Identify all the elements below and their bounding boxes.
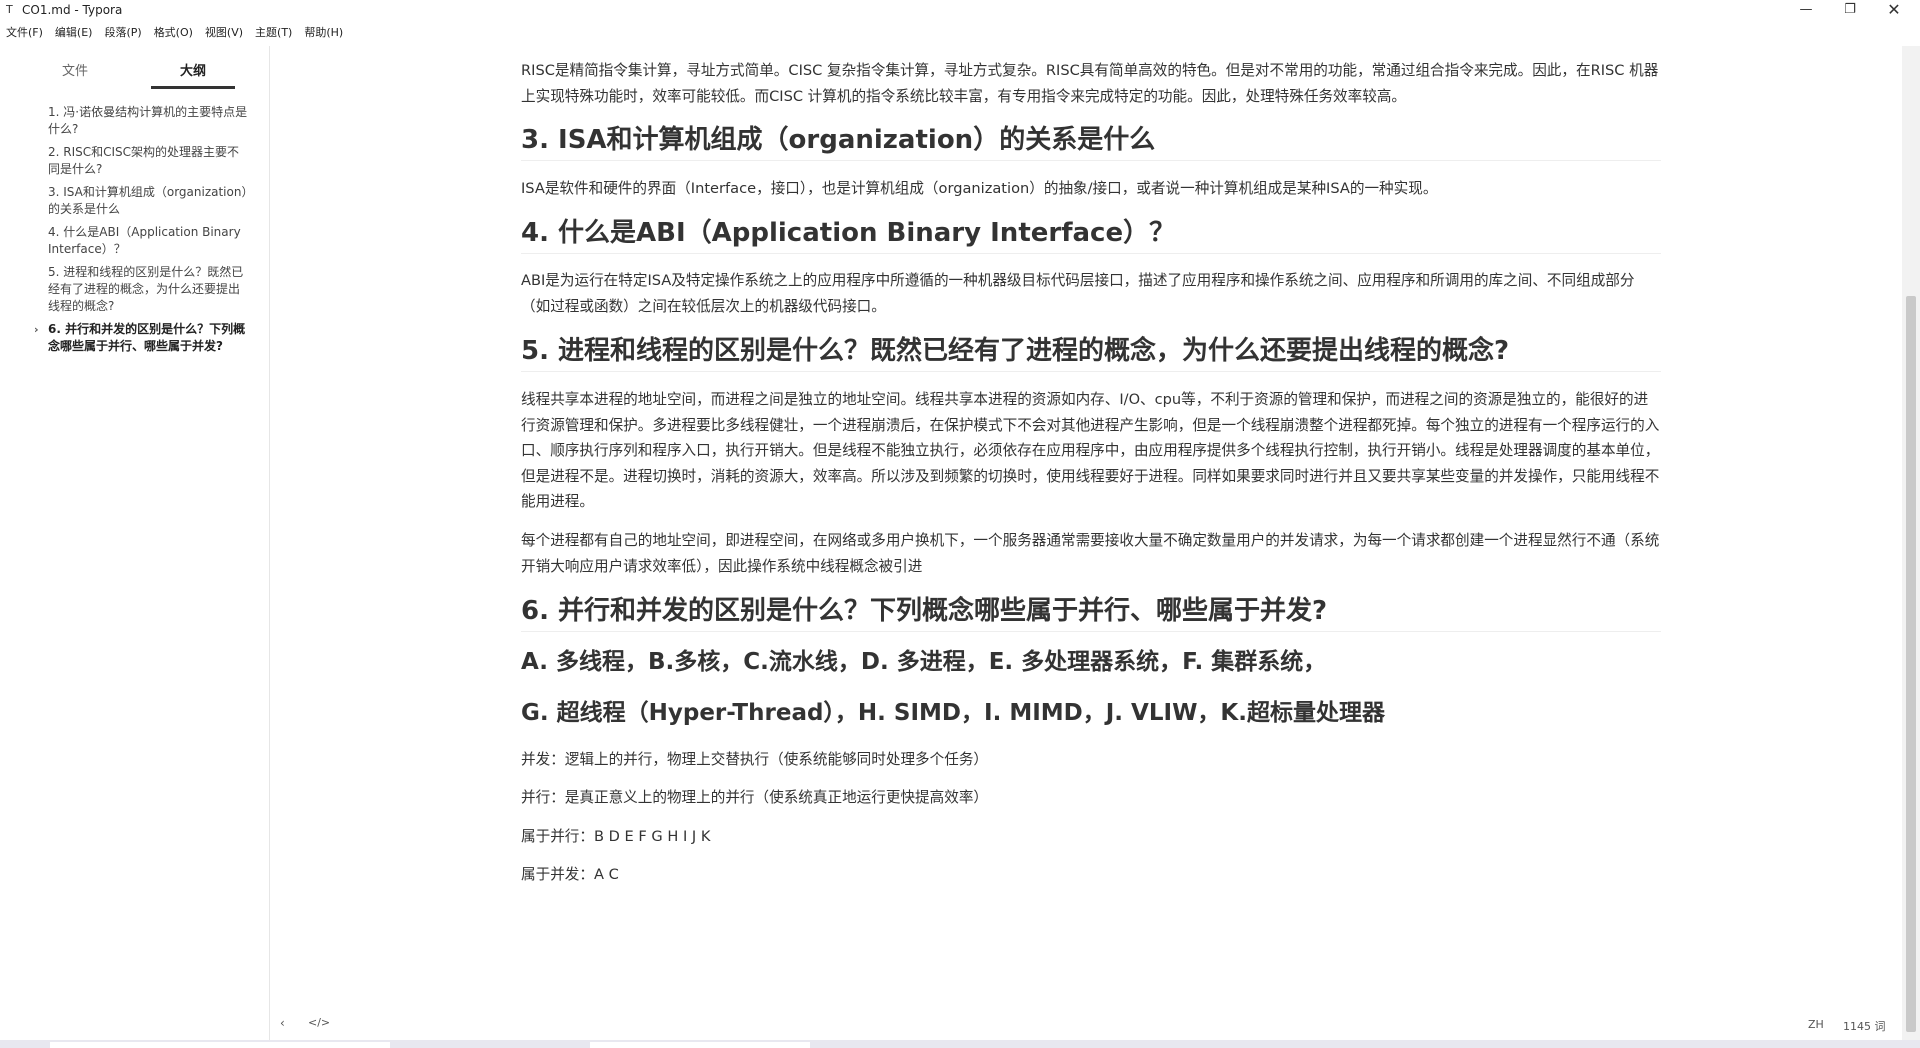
outline-item-label: 1. 冯·诺依曼结构计算机的主要特点是什么? [48, 105, 248, 136]
paragraph-risc-cisc: RISC是精简指令集计算，寻址方式简单。CISC 复杂指令集计算，寻址方式复杂。… [521, 62, 1659, 105]
outline-item-label: 4. 什么是ABI（Application Binary Interface）？ [48, 225, 241, 256]
heading-options-a-f: A. 多线程，B.多核，C.流水线，D. 多进程，E. 多处理器系统，F. 集群… [521, 649, 1327, 675]
close-icon: ✕ [1887, 0, 1901, 19]
outline-item-active[interactable]: › 6. 并行和并发的区别是什么？下列概念哪些属于并行、哪些属于并发? [30, 321, 250, 355]
maximize-button[interactable]: ❐ [1830, 0, 1870, 22]
outline-list: 1. 冯·诺依曼结构计算机的主要特点是什么? 2. RISC和CISC架构的处理… [30, 104, 250, 361]
outline-item-label: 2. RISC和CISC架构的处理器主要不同是什么? [48, 145, 240, 176]
heading-6-parallel-concurrent: 6. 并行和并发的区别是什么？下列概念哪些属于并行、哪些属于并发? [521, 594, 1661, 632]
word-count[interactable]: 1145 词 [1843, 1018, 1886, 1034]
tab-outline[interactable]: 大纲 [180, 60, 206, 79]
tab-files[interactable]: 文件 [62, 60, 88, 79]
outline-item-label: 6. 并行和并发的区别是什么？下列概念哪些属于并行、哪些属于并发? [48, 322, 246, 353]
heading-4-abi: 4. 什么是ABI（Application Binary Interface）？ [521, 216, 1661, 254]
outline-item[interactable]: 4. 什么是ABI（Application Binary Interface）？ [30, 224, 250, 258]
outline-item[interactable]: 5. 进程和线程的区别是什么？既然已经有了进程的概念，为什么还要提出线程的概念? [30, 264, 250, 315]
chevron-right-icon[interactable]: › [34, 321, 39, 338]
minimize-button[interactable]: — [1786, 0, 1826, 22]
title-bar: T CO1.md - Typora — ❐ ✕ [0, 0, 1920, 22]
outline-item[interactable]: 1. 冯·诺依曼结构计算机的主要特点是什么? [30, 104, 250, 138]
back-icon[interactable]: ‹ [280, 1016, 285, 1030]
paragraph-parallel-def: 并行：是真正意义上的物理上的并行（使系统真正地运行更快提高效率） [521, 789, 989, 806]
input-language[interactable]: ZH [1808, 1018, 1824, 1031]
menu-help[interactable]: 帮助(H) [304, 24, 343, 44]
menu-view[interactable]: 视图(V) [205, 24, 243, 44]
outline-item[interactable]: 3. ISA和计算机组成（organization）的关系是什么 [30, 184, 250, 218]
menu-theme[interactable]: 主题(T) [255, 24, 292, 44]
window-title: CO1.md - Typora [22, 3, 123, 17]
minimize-icon: — [1799, 2, 1813, 17]
paragraph-abi: ABI是为运行在特定ISA及特定操作系统之上的应用程序中所遵循的一种机器级目标代… [521, 272, 1635, 315]
heading-5-process-thread: 5. 进程和线程的区别是什么？既然已经有了进程的概念，为什么还要提出线程的概念? [521, 334, 1661, 372]
heading-options-g-k: G. 超线程（Hyper-Thread），H. SIMD，I. MIMD，J. … [521, 700, 1385, 726]
paragraph-thread-2: 每个进程都有自己的地址空间，即进程空间，在网络或多用户换机下，一个服务器通常需要… [521, 532, 1660, 575]
outline-item-label: 5. 进程和线程的区别是什么？既然已经有了进程的概念，为什么还要提出线程的概念? [48, 265, 244, 313]
heading-3-isa: 3. ISA和计算机组成（organization）的关系是什么 [521, 123, 1661, 161]
paragraph-isa: ISA是软件和硬件的界面（Interface，接口），也是计算机组成（organ… [521, 180, 1438, 197]
active-tab-indicator [151, 86, 235, 89]
maximize-icon: ❐ [1844, 2, 1856, 17]
taskbar-segment [590, 1042, 810, 1048]
menu-paragraph[interactable]: 段落(P) [104, 24, 141, 44]
paragraph-parallel-items: 属于并行：B D E F G H I J K [521, 828, 711, 845]
outline-item[interactable]: 2. RISC和CISC架构的处理器主要不同是什么? [30, 144, 250, 178]
scrollbar-thumb[interactable] [1906, 296, 1916, 1032]
taskbar-segment [50, 1042, 390, 1048]
sidebar: 文件 大纲 1. 冯·诺依曼结构计算机的主要特点是什么? 2. RISC和CIS… [0, 46, 270, 1042]
taskbar-strip [0, 1040, 1920, 1048]
paragraph-concurrent-items: 属于并发：A C [521, 866, 619, 883]
paragraph-thread-1: 线程共享本进程的地址空间，而进程之间是独立的地址空间。线程共享本进程的资源如内存… [521, 391, 1660, 510]
menu-edit[interactable]: 编辑(E) [55, 24, 93, 44]
sidebar-tabs: 文件 大纲 [0, 46, 269, 90]
outline-item-label: 3. ISA和计算机组成（organization）的关系是什么 [48, 185, 248, 216]
typora-app-icon: T [6, 3, 13, 16]
menu-file[interactable]: 文件(F) [6, 24, 43, 44]
source-code-toggle-icon[interactable]: </> [308, 1016, 330, 1029]
menu-bar: 文件(F) 编辑(E) 段落(P) 格式(O) 视图(V) 主题(T) 帮助(H… [0, 24, 343, 44]
paragraph-concurrent-def: 并发：逻辑上的并行，物理上交替执行（使系统能够同时处理多个任务） [521, 751, 989, 768]
menu-format[interactable]: 格式(O) [154, 24, 193, 44]
close-button[interactable]: ✕ [1874, 0, 1914, 22]
